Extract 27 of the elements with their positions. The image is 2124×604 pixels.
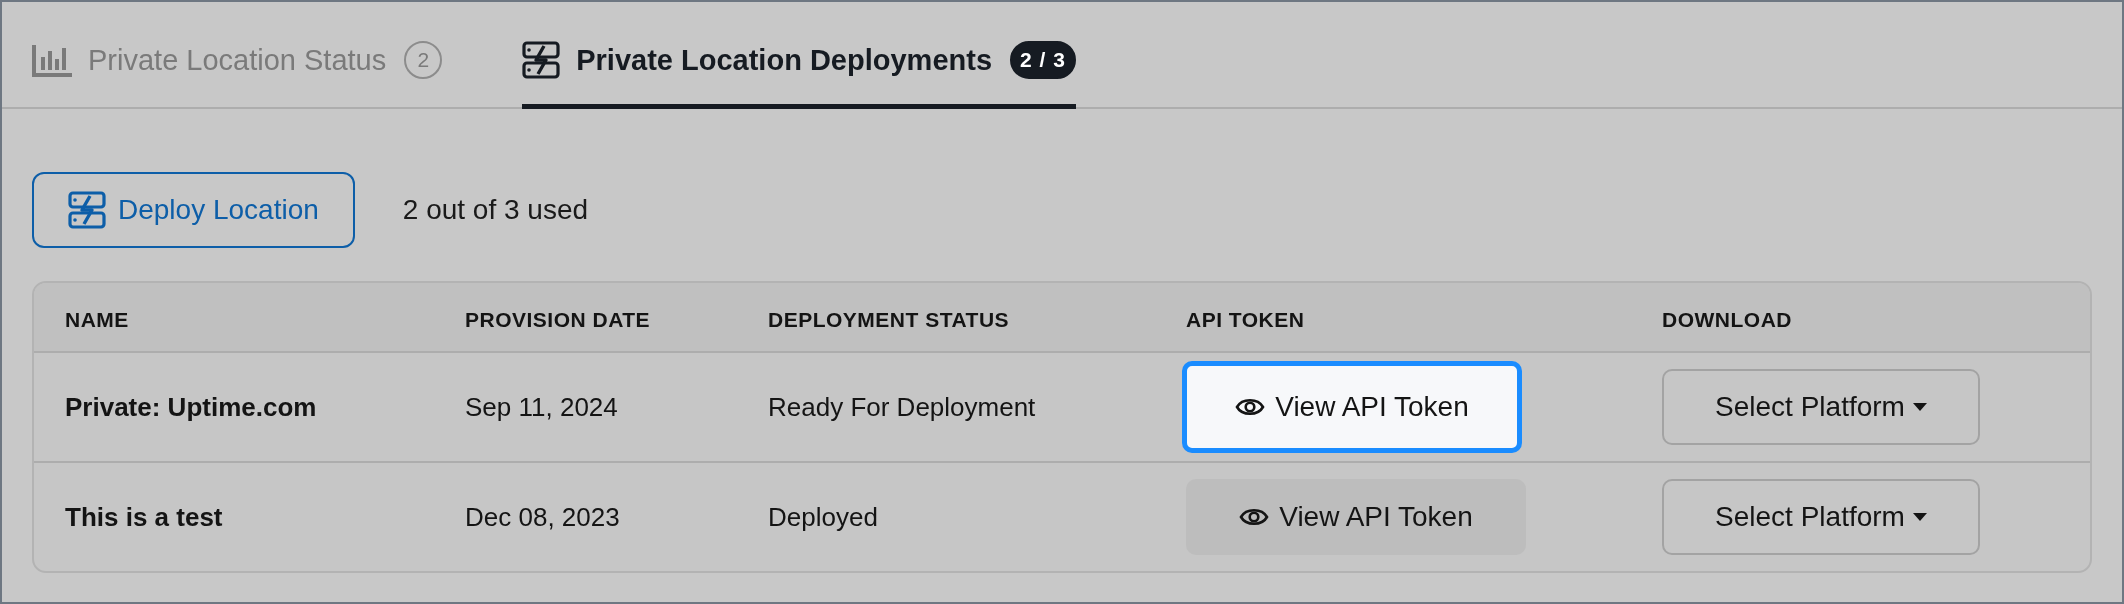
caret-icon — [1912, 403, 1927, 411]
usage-text: 2 out of 3 used — [402, 194, 589, 226]
select-platform-dropdown[interactable]: Select Platform — [1662, 479, 1980, 555]
table-cell-text: Private: Uptime.com — [65, 391, 318, 423]
table-cell-text: Sep 11, 2024 — [465, 391, 619, 423]
table-cell-text: This is a test — [65, 501, 224, 533]
caret-icon — [1912, 513, 1927, 521]
column-header: DOWNLOAD — [1662, 307, 1793, 332]
select-platform-dropdown[interactable]: Select Platform — [1662, 369, 1980, 445]
table-cell-text: Deployed — [768, 501, 879, 533]
column-header: DEPLOYMENT STATUS — [768, 307, 1011, 332]
view-api-token-button[interactable]: View API Token — [1186, 479, 1526, 555]
column-header: NAME — [65, 307, 130, 332]
server-bolt-icon — [68, 191, 106, 229]
deploy-location-button[interactable]: Deploy Location — [32, 172, 355, 248]
column-header: PROVISION DATE — [465, 307, 652, 332]
column-header: API TOKEN — [1186, 307, 1306, 332]
count-badge: 2 — [404, 41, 443, 79]
server-bolt-icon — [522, 41, 561, 79]
eye-icon — [1235, 396, 1266, 418]
eye-icon — [1239, 506, 1270, 528]
view-api-token-button[interactable]: View API Token — [1182, 361, 1522, 453]
table-cell-text: Dec 08, 2023 — [465, 501, 621, 533]
bar-chart-icon — [32, 43, 72, 77]
table-cell-text: Ready For Deployment — [768, 391, 1037, 423]
count-badge: 2 / 3 — [1010, 41, 1076, 79]
tab[interactable]: Private Location Deployments 2 / 3 — [522, 2, 1076, 109]
